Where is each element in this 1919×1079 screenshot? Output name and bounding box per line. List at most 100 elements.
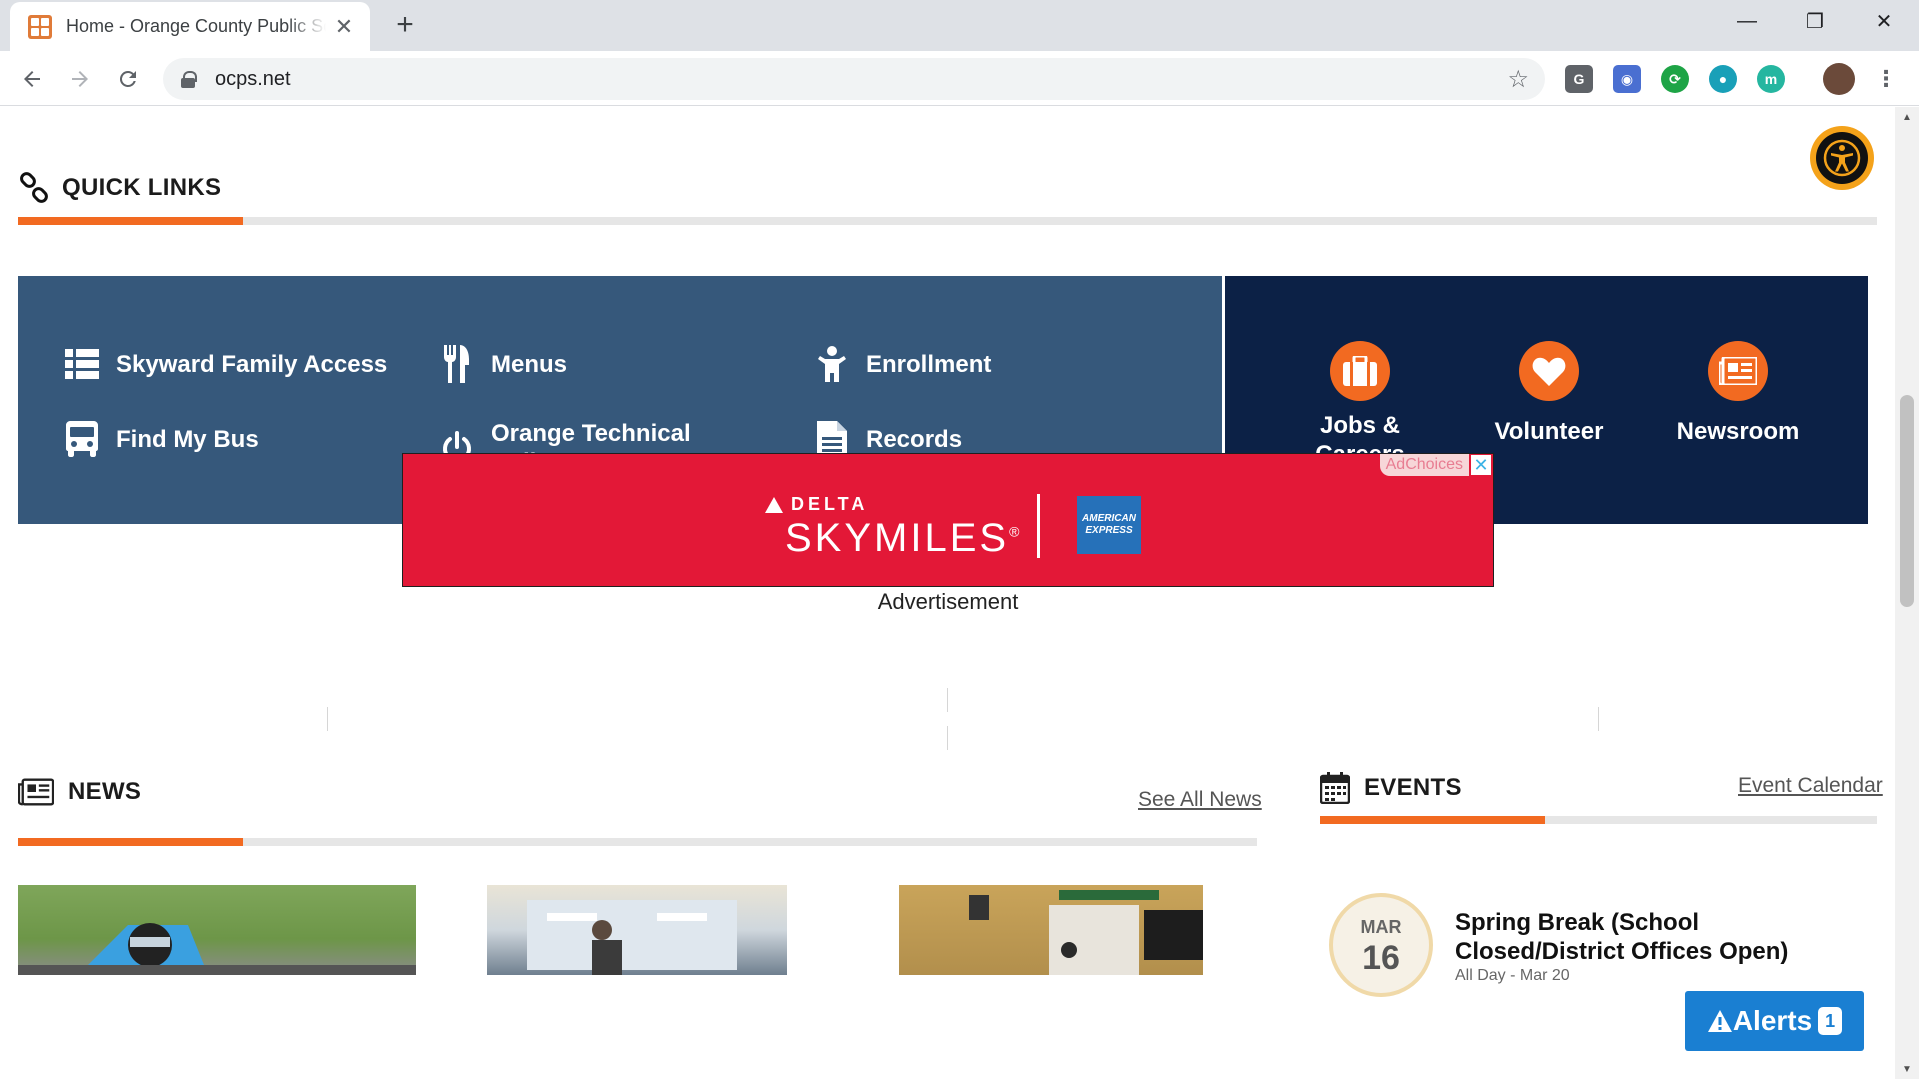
scroll-down-arrow-icon[interactable]: ▼ xyxy=(1895,1059,1919,1079)
quick-link-label: Records xyxy=(866,425,963,453)
events-header: EVENTS xyxy=(1320,772,1462,804)
news-photo-library xyxy=(969,890,1203,975)
quick-links-title: QUICK LINKS xyxy=(62,174,222,201)
close-window-button[interactable]: ✕ xyxy=(1856,0,1912,42)
scroll-up-arrow-icon[interactable]: ▲ xyxy=(1895,107,1919,127)
reload-button[interactable] xyxy=(110,61,146,97)
new-tab-button[interactable]: + xyxy=(390,10,420,40)
advertisement-banner[interactable]: AdChoices ✕ DELTA SKYMILES® AMERICAN EXP… xyxy=(402,453,1494,587)
heart-icon xyxy=(1519,341,1579,401)
news-photo-classroom xyxy=(527,900,737,975)
bookmark-star-icon[interactable]: ☆ xyxy=(1507,65,1529,94)
news-image[interactable] xyxy=(487,885,787,975)
skymiles-wordmark: SKYMILES® xyxy=(785,516,1023,560)
back-button[interactable] xyxy=(14,61,50,97)
quick-link-label: Find My Bus xyxy=(116,425,259,453)
calendar-icon xyxy=(1320,772,1350,804)
list-icon xyxy=(62,344,102,384)
divider-line xyxy=(947,688,948,712)
divider-line xyxy=(1598,707,1599,731)
quick-link-label: Skyward Family Access xyxy=(116,350,388,378)
browser-tab[interactable]: Home - Orange County Public Schools ✕ xyxy=(10,2,370,51)
ad-divider xyxy=(1037,494,1040,558)
news-image[interactable] xyxy=(18,885,416,975)
divider-line xyxy=(327,707,328,731)
news-title: NEWS xyxy=(68,778,142,805)
divider-line xyxy=(947,726,948,750)
event-date-badge: MAR 16 xyxy=(1329,893,1433,997)
delta-triangle-icon xyxy=(765,496,783,513)
address-bar[interactable]: ocps.net ☆ xyxy=(163,58,1545,100)
ad-close-icon[interactable]: ✕ xyxy=(1471,455,1491,475)
browser-toolbar: ocps.net ☆ G ◉ ⟳ ● m ⋮ xyxy=(0,51,1919,106)
news-image[interactable] xyxy=(899,885,1203,975)
scrollbar-thumb[interactable] xyxy=(1900,395,1914,607)
see-all-news-link[interactable]: See All News xyxy=(1138,788,1262,812)
alerts-label: Alerts xyxy=(1732,1005,1813,1036)
sync-extension-icon[interactable]: ⟳ xyxy=(1661,65,1689,93)
link-chain-icon xyxy=(20,172,48,203)
page-content: QUICK LINKS Skyward Family Access Menus … xyxy=(0,107,1895,1079)
adchoices-link[interactable]: AdChoices xyxy=(1379,454,1469,476)
featured-link-label: Volunteer xyxy=(1494,418,1604,445)
quick-link-menus[interactable]: Menus xyxy=(437,344,567,384)
quick-links-rule xyxy=(18,217,1877,225)
news-photo-go-kart xyxy=(18,923,416,975)
tab-title: Home - Orange County Public Schools xyxy=(66,16,326,36)
page-scrollbar[interactable]: ▲ ▼ xyxy=(1895,107,1919,1079)
quick-links-header: QUICK LINKS xyxy=(18,172,221,204)
events-title: EVENTS xyxy=(1364,774,1462,801)
lock-icon xyxy=(181,71,197,88)
alerts-count-badge: 1 xyxy=(1818,1007,1843,1035)
minimize-button[interactable]: — xyxy=(1719,0,1775,42)
quick-link-label: Enrollment xyxy=(866,350,992,378)
news-header: NEWS xyxy=(18,778,141,806)
quick-link-enrollment[interactable]: Enrollment xyxy=(812,344,991,384)
profile-avatar[interactable] xyxy=(1823,63,1855,95)
accessibility-button[interactable] xyxy=(1810,126,1874,190)
browser-menu-icon[interactable]: ⋮ xyxy=(1872,65,1900,93)
event-title-link[interactable]: Spring Break (School Closed/District Off… xyxy=(1455,908,1815,966)
event-calendar-link[interactable]: Event Calendar xyxy=(1738,774,1883,798)
news-rule xyxy=(18,838,1257,846)
featured-link-jobs-careers[interactable]: Jobs & Careers xyxy=(1265,341,1455,469)
featured-link-newsroom[interactable]: Newsroom xyxy=(1643,341,1833,446)
advertisement-caption: Advertisement xyxy=(877,589,1019,614)
url-text: ocps.net xyxy=(215,67,291,90)
forward-arrow-icon xyxy=(72,71,88,87)
child-icon xyxy=(812,344,852,384)
ocps-favicon-icon xyxy=(28,14,52,39)
event-day: 16 xyxy=(1362,939,1400,977)
reload-icon xyxy=(119,70,136,87)
news-rule-accent xyxy=(18,838,243,846)
newspaper-icon xyxy=(18,778,54,806)
featured-link-label: Newsroom xyxy=(1676,418,1800,445)
camera-extension-icon[interactable]: ◉ xyxy=(1613,65,1641,93)
quick-links-rule-accent xyxy=(18,217,243,225)
alerts-button[interactable]: Alerts 1 xyxy=(1685,991,1864,1051)
delta-wordmark: DELTA xyxy=(791,494,869,514)
bus-icon xyxy=(62,419,102,459)
delta-logo: DELTA xyxy=(765,494,868,515)
utensils-icon xyxy=(437,344,477,384)
forward-button[interactable] xyxy=(62,61,98,97)
events-rule-accent xyxy=(1320,816,1545,824)
briefcase-icon xyxy=(1330,341,1390,401)
quick-link-skyward[interactable]: Skyward Family Access xyxy=(62,344,387,384)
ext-blocked-icon[interactable]: ● xyxy=(1709,65,1737,93)
browser-tab-bar: Home - Orange County Public Schools ✕ + … xyxy=(0,0,1919,51)
event-month: MAR xyxy=(1360,917,1402,937)
event-time: All Day - Mar 20 xyxy=(1455,967,1570,984)
events-rule xyxy=(1320,816,1877,824)
tab-close-icon[interactable]: ✕ xyxy=(332,14,356,40)
newspaper-icon xyxy=(1708,341,1768,401)
quick-link-find-my-bus[interactable]: Find My Bus xyxy=(62,419,259,459)
restore-button[interactable]: ❐ xyxy=(1787,0,1843,42)
back-arrow-icon xyxy=(24,71,40,87)
warning-icon xyxy=(1707,1010,1732,1032)
quick-link-label: Menus xyxy=(491,350,568,378)
featured-link-volunteer[interactable]: Volunteer xyxy=(1454,341,1644,446)
m-extension-icon[interactable]: m xyxy=(1757,65,1785,93)
american-express-logo: AMERICAN EXPRESS xyxy=(1077,496,1141,554)
g-extension-icon[interactable]: G xyxy=(1565,65,1593,93)
